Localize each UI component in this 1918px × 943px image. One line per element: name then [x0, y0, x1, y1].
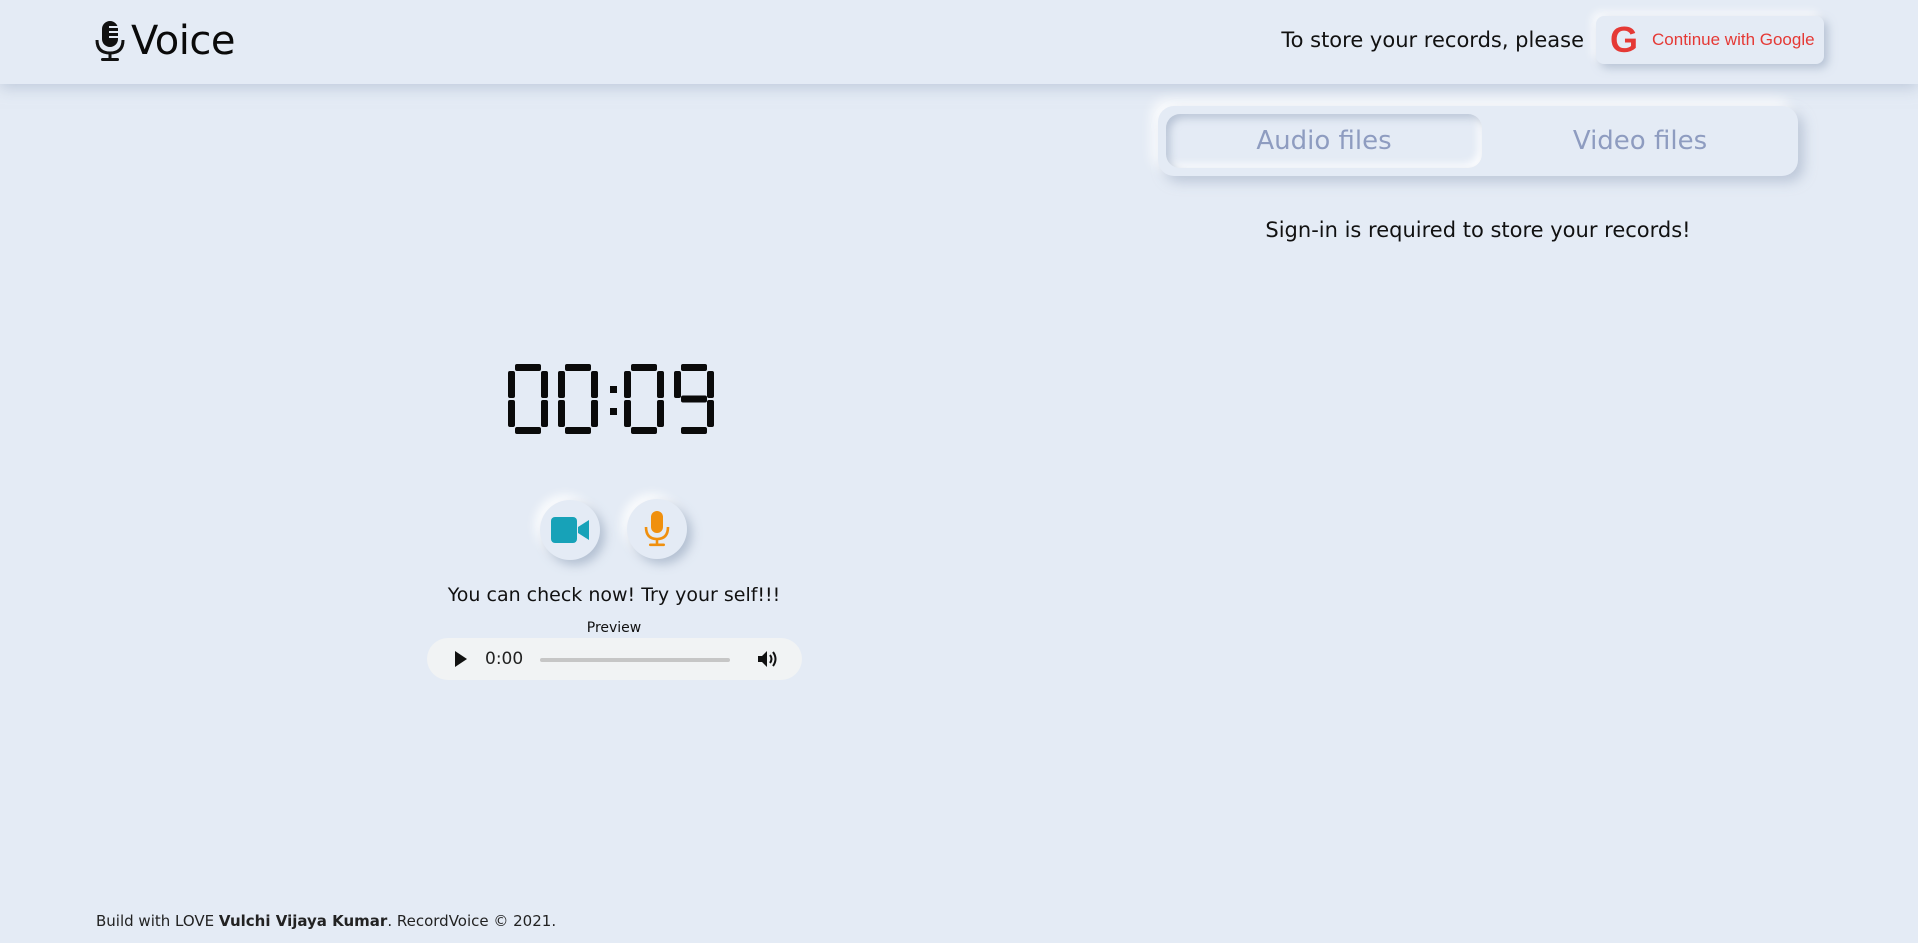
player-progress-bar[interactable] [540, 658, 730, 662]
header: Voice To store your records, please G Co… [0, 0, 1918, 84]
tab-video-files[interactable]: Video files [1482, 114, 1798, 168]
app-logo[interactable]: Voice [95, 18, 235, 64]
store-records-prompt: To store your records, please [1281, 28, 1584, 52]
timer-colon [610, 408, 617, 415]
play-icon[interactable] [455, 651, 467, 667]
timer-digit [674, 364, 714, 434]
page: Voice To store your records, please G Co… [0, 0, 1918, 943]
video-camera-icon [551, 517, 589, 543]
signin-required-message: Sign-in is required to store your record… [1265, 218, 1691, 242]
timer-digit [624, 364, 664, 434]
microphone-icon [95, 21, 125, 61]
app-title: Voice [131, 18, 235, 64]
timer-digit [508, 364, 548, 434]
try-message: You can check now! Try your self!!! [447, 584, 781, 606]
player-current-time: 0:00 [485, 649, 524, 669]
footer: Build with LOVE Vulchi Vijaya Kumar. Rec… [96, 912, 556, 930]
footer-suffix: . RecordVoice © 2021. [387, 912, 557, 930]
continue-with-google-button[interactable]: G Continue with Google [1596, 16, 1824, 64]
tab-audio-files[interactable]: Audio files [1166, 114, 1482, 168]
google-button-label: Continue with Google [1652, 30, 1815, 49]
record-audio-button[interactable] [627, 499, 687, 559]
footer-author[interactable]: Vulchi Vijaya Kumar [219, 912, 387, 930]
microphone-icon [644, 511, 670, 547]
record-video-button[interactable] [540, 500, 600, 560]
audio-player: 0:00 [427, 638, 802, 680]
preview-label: Preview [586, 620, 642, 636]
volume-icon[interactable] [757, 649, 779, 669]
file-tabs: Audio files Video files [1158, 106, 1798, 176]
timer-colon [610, 386, 617, 393]
recording-timer [508, 364, 714, 434]
google-icon: G [1610, 19, 1639, 60]
footer-prefix: Build with LOVE [96, 912, 219, 930]
timer-digit [558, 364, 598, 434]
